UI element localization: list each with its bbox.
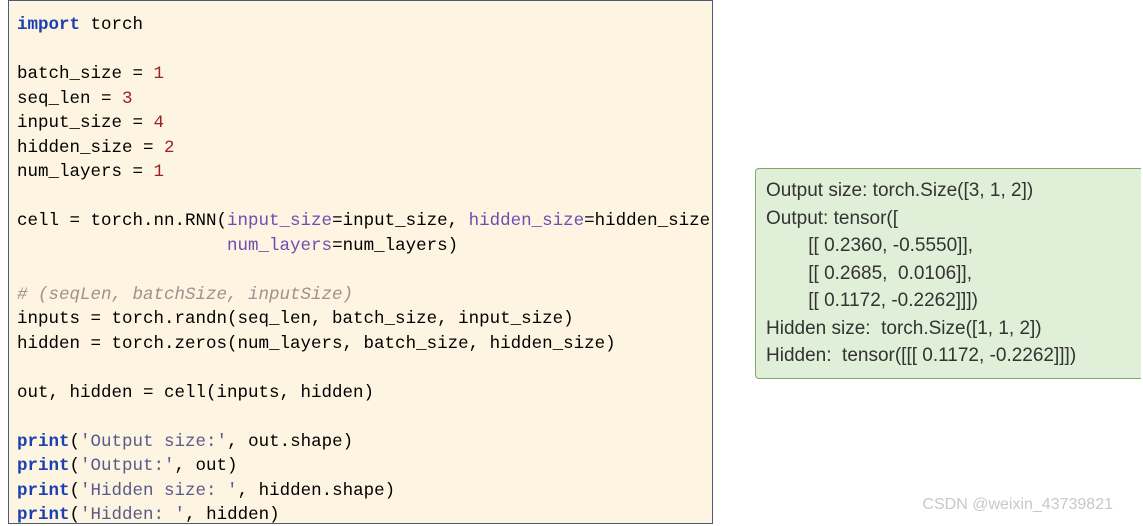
print2-kw: print [17,456,70,476]
out-l4: [[ 0.2685, 0.0106]], [766,263,972,284]
p2-str: 'Output:' [80,456,175,476]
indent [17,236,227,256]
out-l2: Output: tensor([ [766,208,898,229]
call-line: out, hidden = cell(inputs, hidden) [17,383,374,403]
comment: # (seqLen, batchSize, inputSize) [17,285,353,305]
bs-var: batch_size [17,64,122,84]
inputs-line: inputs = torch.randn(seq_len, batch_size… [17,309,574,329]
torch-module: torch [91,15,144,35]
cell-assign: cell = torch.nn.RNN( [17,211,227,231]
nl-val: 1 [154,162,165,182]
p3-str: 'Hidden size: ' [80,481,238,501]
p1-str: 'Output size:' [80,432,227,452]
import-kw: import [17,15,80,35]
out-l1: Output size: torch.Size([3, 1, 2]) [766,180,1033,201]
p4-arg: , hidden) [185,505,280,524]
out-l6: Hidden size: torch.Size([1, 1, 2]) [766,318,1042,339]
bs-val: 1 [154,64,165,84]
output-panel: Output size: torch.Size([3, 1, 2]) Outpu… [755,168,1141,379]
print3-kw: print [17,481,70,501]
arg-is: input_size [227,211,332,231]
hs-var: hidden_size [17,138,133,158]
out-l3: [[ 0.2360, -0.5550]], [766,235,973,256]
nl-var: num_layers [17,162,122,182]
out-l5: [[ 0.1172, -0.2262]]]) [766,290,978,311]
arg-hs: hidden_size [469,211,585,231]
out-l7: Hidden: tensor([[[ 0.1172, -0.2262]]]) [766,345,1076,366]
p1-arg: , out.shape) [227,432,353,452]
watermark: CSDN @weixin_43739821 [922,496,1113,514]
is-var: input_size [17,113,122,133]
print4-kw: print [17,505,70,524]
eq-nl: =num_layers) [332,236,458,256]
p3-arg: , hidden.shape) [238,481,396,501]
hidden-line: hidden = torch.zeros(num_layers, batch_s… [17,334,616,354]
sl-var: seq_len [17,89,91,109]
arg-nl: num_layers [227,236,332,256]
is-val: 4 [154,113,165,133]
hs-val: 2 [164,138,175,158]
sl-val: 3 [122,89,133,109]
print1-kw: print [17,432,70,452]
eq-hs: =hidden_size, [584,211,713,231]
p2-arg: , out) [175,456,238,476]
code-panel: import torch batch_size = 1 seq_len = 3 … [8,0,713,524]
p4-str: 'Hidden: ' [80,505,185,524]
eq-is: =input_size, [332,211,469,231]
